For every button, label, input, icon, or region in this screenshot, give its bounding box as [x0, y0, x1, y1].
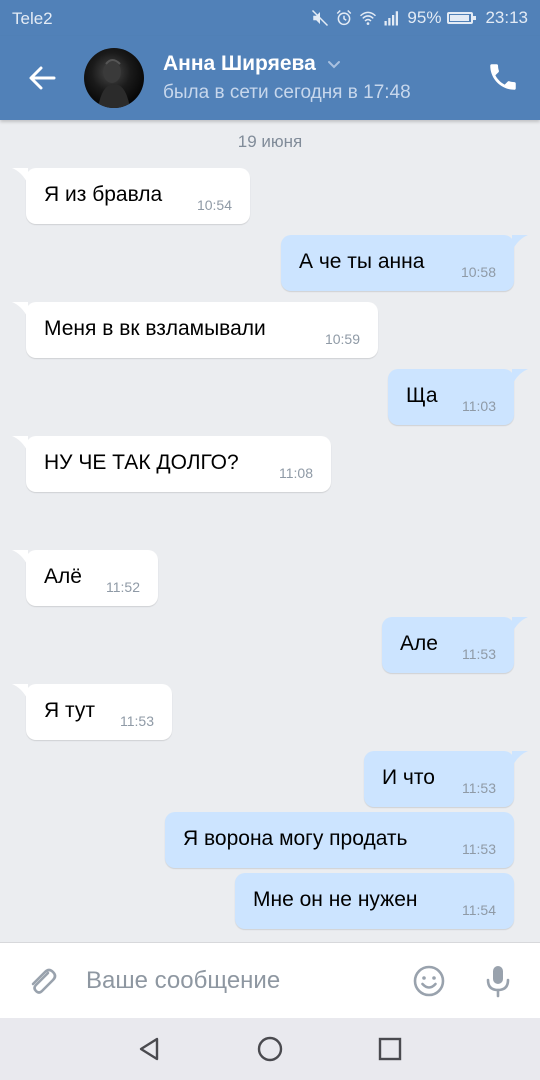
message-incoming[interactable]: Алё 11:52 — [12, 550, 158, 606]
call-button[interactable] — [486, 60, 520, 94]
message-outgoing[interactable]: А че ты анна 10:58 — [281, 235, 528, 291]
voice-message-button[interactable] — [480, 963, 516, 999]
message-outgoing[interactable]: Я ворона могу продать 11:53 — [165, 812, 514, 868]
clock: 23:13 — [485, 8, 528, 27]
chat-header: Анна Ширяева была в сети сегодня в 17:48 — [0, 36, 540, 120]
message-text: Я ворона могу продать — [183, 827, 408, 850]
system-nav-bar — [0, 1018, 540, 1080]
message-text: А че ты анна — [299, 250, 425, 273]
message-time: 11:53 — [120, 713, 154, 729]
message-time: 11:03 — [462, 398, 496, 414]
status-icons: 95% 23:13 — [311, 6, 528, 30]
message-text: Меня в вк взламывали — [44, 317, 266, 340]
emoji-button[interactable] — [411, 963, 447, 999]
message-time: 10:58 — [460, 264, 496, 280]
message-text: Я из бравла — [44, 183, 163, 206]
contact-status: была в сети сегодня в 17:48 — [163, 82, 411, 103]
message-time: 11:54 — [462, 902, 496, 918]
message-time: 10:54 — [196, 197, 232, 213]
emoji-icon — [411, 963, 447, 999]
message-incoming[interactable]: НУ ЧЕ ТАК ДОЛГО? 11:08 — [12, 436, 331, 492]
message-list[interactable]: 19 июня Я из бравла 10:54 А че ты анна 1… — [0, 120, 540, 942]
battery-percent: 95% — [407, 8, 442, 27]
status-bar: Tele2 95% 23:13 — [0, 0, 540, 36]
battery-icon — [447, 12, 477, 24]
message-outgoing[interactable]: И что 11:53 — [364, 751, 528, 807]
contact-name: Анна Ширяева — [163, 52, 316, 75]
phone-icon — [486, 60, 520, 94]
date-separator: 19 июня — [237, 132, 303, 151]
message-text: Я тут — [44, 699, 95, 722]
bubble-tail — [512, 235, 528, 251]
alarm-icon — [335, 9, 353, 27]
bubble-tail — [12, 168, 28, 184]
back-button[interactable] — [22, 58, 62, 98]
message-time: 11:53 — [462, 841, 496, 857]
avatar[interactable] — [84, 48, 144, 108]
message-incoming[interactable]: Я из бравла 10:54 — [12, 168, 250, 224]
message-incoming[interactable]: Меня в вк взламывали 10:59 — [12, 302, 378, 358]
mute-icon — [311, 9, 329, 27]
bubble-tail — [12, 550, 28, 566]
contact-name-button[interactable]: Анна Ширяева — [163, 52, 342, 76]
chevron-down-icon — [326, 56, 342, 72]
nav-recents-icon — [375, 1034, 405, 1064]
microphone-icon — [480, 963, 516, 999]
bubble-tail — [12, 302, 28, 318]
wifi-icon — [359, 9, 377, 27]
message-time: 11:53 — [462, 646, 496, 662]
message-text: Ща — [406, 384, 438, 407]
back-arrow-icon — [22, 58, 62, 98]
attach-button[interactable] — [24, 963, 60, 999]
message-text: И что — [382, 766, 435, 789]
bubble-tail — [512, 617, 528, 633]
message-text: НУ ЧЕ ТАК ДОЛГО? — [44, 451, 239, 474]
message-text: Мне он не нужен — [253, 888, 418, 911]
nav-home-button[interactable] — [255, 1034, 285, 1064]
carrier-label: Tele2 — [12, 9, 53, 28]
message-outgoing[interactable]: Ща 11:03 — [388, 369, 528, 425]
message-input[interactable] — [86, 961, 386, 1001]
message-text: Алё — [44, 565, 82, 588]
bubble-tail — [512, 751, 528, 767]
message-composer — [0, 942, 540, 1018]
battery-fill — [450, 15, 470, 21]
message-text: Але — [400, 632, 438, 655]
message-time: 10:59 — [324, 331, 360, 347]
paperclip-icon — [24, 963, 60, 999]
nav-back-icon — [135, 1034, 165, 1064]
nav-home-icon — [255, 1034, 285, 1064]
bubble-tail — [12, 436, 28, 452]
message-incoming[interactable]: Я тут 11:53 — [12, 684, 172, 740]
message-outgoing[interactable]: Але 11:53 — [382, 617, 528, 673]
message-time: 11:08 — [279, 465, 313, 481]
message-time: 11:52 — [106, 579, 140, 595]
bubble-tail — [12, 684, 28, 700]
signal-icon — [383, 9, 401, 27]
bubble-tail — [512, 369, 528, 385]
message-outgoing[interactable]: Мне он не нужен 11:54 — [235, 873, 514, 929]
message-time: 11:53 — [462, 780, 496, 796]
nav-recents-button[interactable] — [375, 1034, 405, 1064]
nav-back-button[interactable] — [135, 1034, 165, 1064]
